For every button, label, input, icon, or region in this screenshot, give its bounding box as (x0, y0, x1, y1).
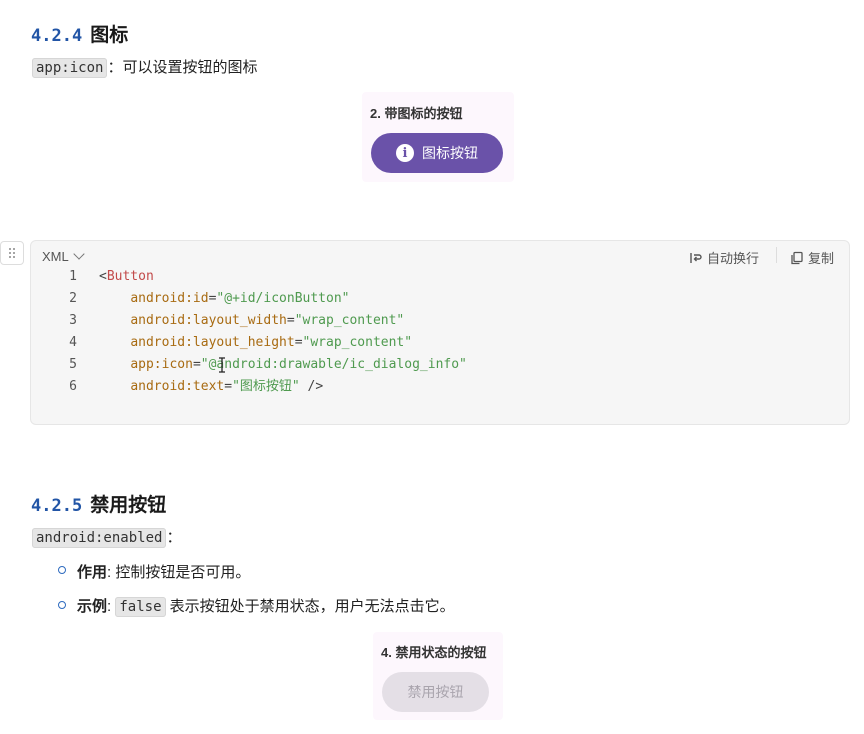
drag-handle-icon[interactable] (0, 241, 24, 265)
code-text[interactable]: android:id="@+id/iconButton" (99, 288, 349, 310)
header-divider (776, 247, 777, 263)
code-token: android:text (130, 379, 225, 394)
attr-suffix: ： (166, 529, 182, 546)
code-token: "@+id/iconButton" (216, 291, 350, 306)
copy-label: 复制 (808, 251, 835, 266)
line-number: 5 (69, 357, 77, 372)
wrap-icon (690, 252, 702, 263)
list-item: 示例: false 表示按钮处于禁用状态，用户无法点击它。 (77, 595, 455, 617)
section-number: 4.2.5 (31, 496, 83, 516)
section-heading-disabled: 4.2.5 禁用按钮 (31, 490, 166, 517)
code-text[interactable]: android:text="图标按钮" /> (99, 376, 323, 398)
language-label: XML (42, 249, 69, 264)
inline-code-false: false (115, 597, 166, 617)
xml-code-block: XML 自动换行 复制 1 <Button 2 android:id="@+id/i… (30, 240, 850, 425)
section-title: 禁用按钮 (90, 495, 167, 516)
list-item-label: 作用 (77, 564, 108, 581)
section-title: 图标 (90, 25, 129, 46)
section-heading-icon: 4.2.4 图标 (31, 20, 128, 47)
code-token: android:layout_height (130, 335, 295, 350)
code-token: android:layout_width (130, 313, 287, 328)
disabled-button-label: 禁用按钮 (407, 684, 464, 700)
word-wrap-label: 自动换行 (707, 251, 760, 266)
code-token: app:icon (130, 357, 193, 372)
icon-button[interactable]: i 图标按钮 (371, 133, 503, 173)
code-token: /> (299, 379, 324, 394)
code-text[interactable]: <Button (99, 266, 154, 288)
line-number: 6 (69, 379, 77, 394)
copy-icon (791, 251, 803, 264)
section-number: 4.2.4 (31, 26, 83, 46)
code-token: "图标按钮" (232, 379, 300, 394)
inline-code-app-icon: app:icon (32, 58, 108, 78)
demo-title: 2. 带图标的按钮 (370, 106, 463, 121)
disabled-button-demo-card: 4. 禁用状态的按钮 禁用按钮 (373, 632, 503, 720)
enabled-attr-line: android:enabled： (32, 526, 182, 548)
demo-title: 4. 禁用状态的按钮 (381, 645, 487, 660)
list-item-text: 表示按钮处于禁用状态，用户无法点击它。 (165, 598, 455, 615)
list-item-label: 示例 (77, 598, 108, 615)
language-selector[interactable]: XML (42, 248, 85, 264)
code-token: = (294, 335, 303, 350)
list-item-text: 控制按钮是否可用。 (115, 564, 251, 581)
icon-attr-description: app:icon ：可以设置按钮的图标 (32, 56, 258, 78)
code-token: = (286, 313, 295, 328)
word-wrap-button[interactable]: 自动换行 (689, 248, 759, 267)
text-cursor-icon (218, 357, 225, 373)
line-number: 2 (69, 291, 77, 306)
code-token: < (99, 269, 107, 284)
inline-code-android-enabled: android:enabled (32, 528, 167, 548)
bullet-marker (58, 601, 66, 609)
code-token: Button (106, 269, 154, 284)
attr-description-text: ：可以设置按钮的图标 (107, 59, 258, 76)
copy-button[interactable]: 复制 (790, 248, 834, 267)
icon-button-label: 图标按钮 (422, 145, 478, 161)
disabled-button[interactable]: 禁用按钮 (382, 672, 489, 712)
line-number: 4 (69, 335, 77, 350)
line-number: 1 (69, 269, 77, 284)
code-token: "wrap_content" (302, 335, 413, 350)
code-token: = (192, 357, 201, 372)
code-token: android:id (130, 291, 209, 306)
code-text[interactable]: android:layout_height="wrap_content" (99, 332, 412, 354)
code-text[interactable]: app:icon="@android:drawable/ic_dialog_in… (99, 354, 467, 376)
list-item: 作用: 控制按钮是否可用。 (77, 561, 250, 582)
code-token: "wrap_content" (294, 313, 405, 328)
code-text[interactable]: android:layout_width="wrap_content" (99, 310, 404, 332)
bullet-marker (58, 566, 66, 574)
chevron-down-icon (73, 248, 85, 260)
info-icon: i (396, 144, 414, 162)
code-token: = (224, 379, 233, 394)
line-number: 3 (69, 313, 77, 328)
code-token: "@android:drawable/ic_dialog_info" (200, 357, 467, 372)
icon-button-demo-card: 2. 带图标的按钮 i 图标按钮 (362, 92, 514, 182)
